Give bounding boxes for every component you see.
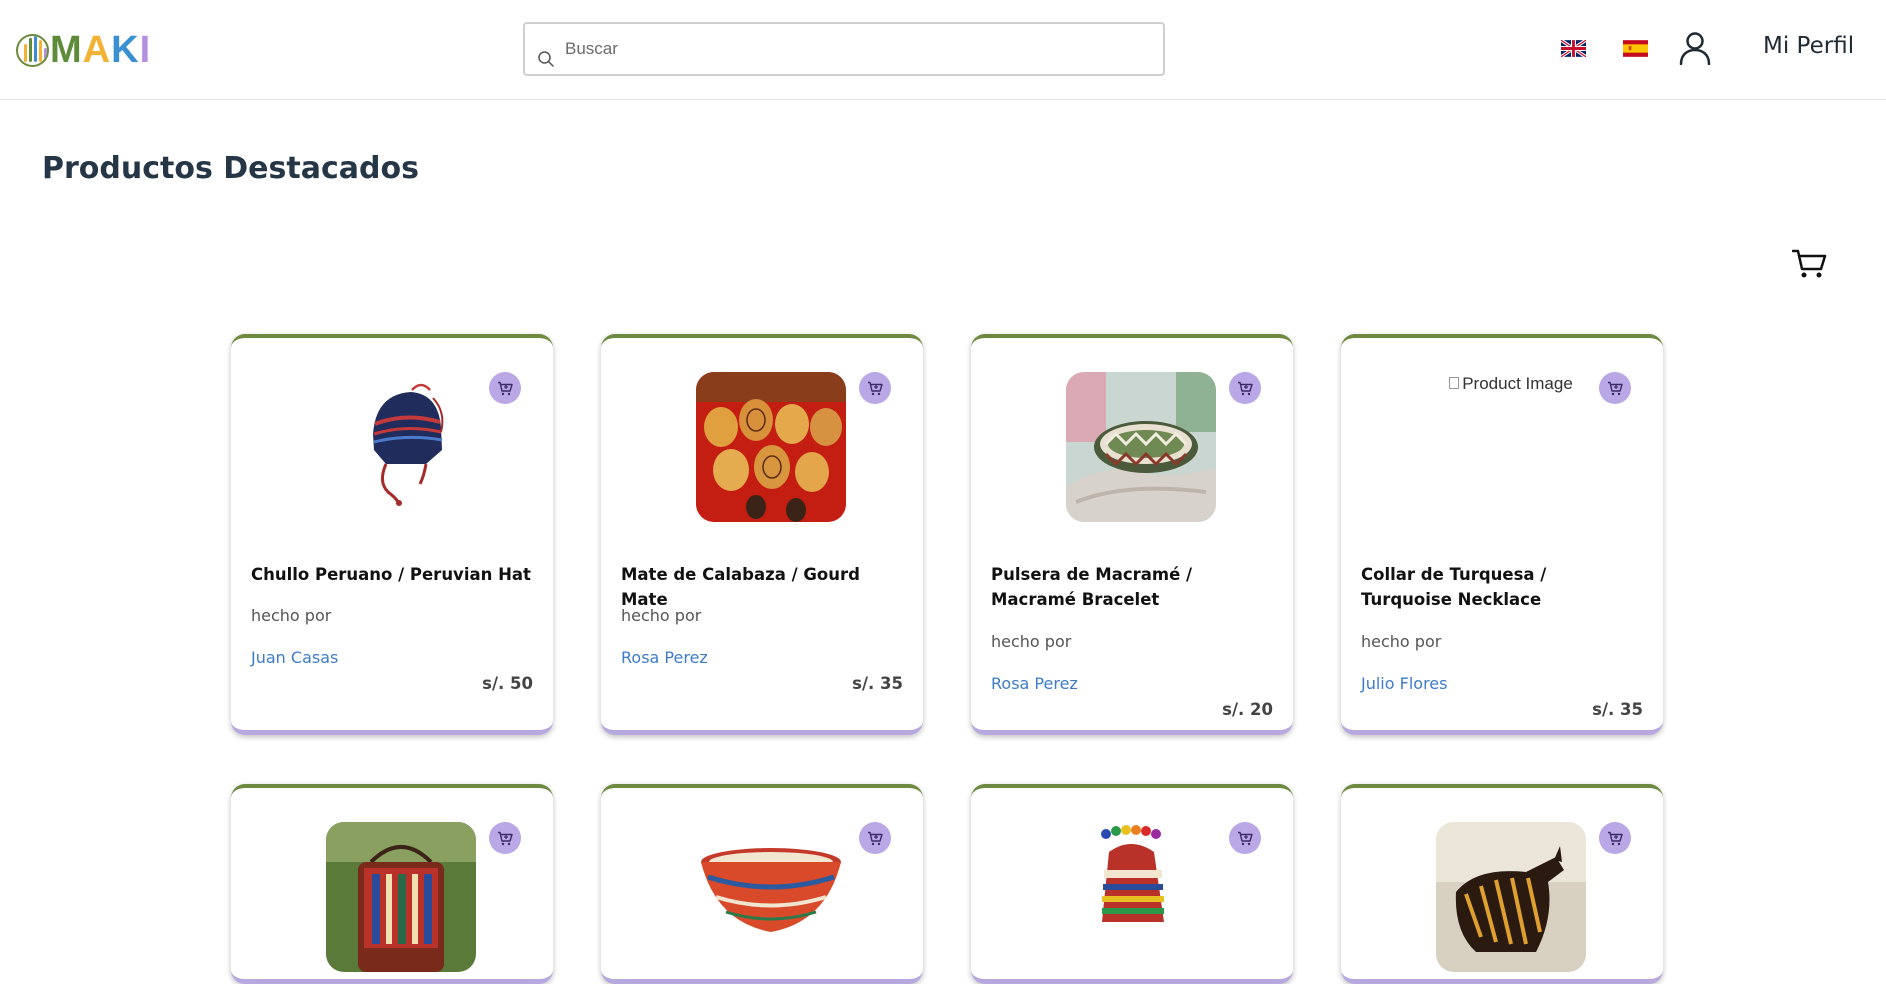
- image-alt-text: Product Image: [1462, 374, 1573, 393]
- made-by-label: hecho por: [991, 632, 1072, 651]
- product-price: s/. 35: [852, 674, 903, 693]
- user-icon[interactable]: [1678, 31, 1712, 69]
- product-card[interactable]: Pulsera de Macramé / Macramé Bracelet he…: [971, 334, 1293, 735]
- artisan-link[interactable]: Rosa Perez: [621, 648, 708, 667]
- cart-plus-icon: [1238, 831, 1253, 845]
- logo-letter-m: M: [50, 29, 83, 71]
- product-image-woven-bag[interactable]: [326, 822, 476, 972]
- product-card[interactable]: Mate de Calabaza / Gourd Mate hecho por …: [601, 334, 923, 735]
- artisan-link[interactable]: Juan Casas: [251, 648, 338, 667]
- cart-plus-icon: [1608, 381, 1623, 395]
- product-image-ceramic-bull[interactable]: [1436, 822, 1586, 972]
- product-image-broken[interactable]: Product Image: [1436, 372, 1586, 522]
- logo-letter-i: I: [139, 29, 152, 71]
- product-card[interactable]: Product Image Collar de Turquesa / Turqu…: [1341, 334, 1663, 735]
- product-price: s/. 50: [482, 674, 533, 693]
- shopping-cart-icon[interactable]: [1791, 248, 1828, 284]
- cart-plus-icon: [868, 831, 883, 845]
- product-card[interactable]: [1341, 784, 1663, 984]
- product-image-gourd-mates[interactable]: [696, 372, 846, 522]
- add-to-cart-button[interactable]: [1229, 822, 1261, 854]
- product-image-macrame-bracelet[interactable]: [1066, 372, 1216, 522]
- artisan-link[interactable]: Rosa Perez: [991, 674, 1078, 693]
- product-name[interactable]: Pulsera de Macramé / Macramé Bracelet: [991, 562, 1271, 612]
- logo-emblem-icon: [16, 33, 49, 67]
- made-by-label: hecho por: [621, 606, 702, 625]
- product-image-painted-bowl[interactable]: [696, 822, 846, 972]
- product-card[interactable]: Chullo Peruano / Peruvian Hat hecho por …: [231, 334, 553, 735]
- made-by-label: hecho por: [251, 606, 332, 625]
- product-card[interactable]: [601, 784, 923, 984]
- add-to-cart-button[interactable]: [859, 372, 891, 404]
- product-card[interactable]: [231, 784, 553, 984]
- product-price: s/. 35: [1592, 700, 1643, 719]
- product-card[interactable]: [971, 784, 1293, 984]
- search-input[interactable]: [565, 34, 1155, 64]
- add-to-cart-button[interactable]: [1599, 372, 1631, 404]
- add-to-cart-button[interactable]: [1599, 822, 1631, 854]
- product-price: s/. 20: [1222, 700, 1273, 719]
- cart-plus-icon: [1238, 381, 1253, 395]
- add-to-cart-button[interactable]: [859, 822, 891, 854]
- product-image-rainbow-chullo[interactable]: [1066, 822, 1216, 972]
- cart-plus-icon: [498, 381, 513, 395]
- search-icon: [538, 51, 554, 67]
- search-bar: [523, 22, 1165, 76]
- product-name[interactable]: Chullo Peruano / Peruvian Hat: [251, 562, 531, 587]
- maki-logo[interactable]: M A K I: [16, 30, 151, 70]
- uk-flag-icon[interactable]: [1561, 40, 1586, 57]
- cart-plus-icon: [868, 381, 883, 395]
- product-name[interactable]: Mate de Calabaza / Gourd Mate: [621, 562, 901, 612]
- artisan-link[interactable]: Julio Flores: [1361, 674, 1447, 693]
- add-to-cart-button[interactable]: [489, 822, 521, 854]
- add-to-cart-button[interactable]: [1229, 372, 1261, 404]
- made-by-label: hecho por: [1361, 632, 1442, 651]
- add-to-cart-button[interactable]: [489, 372, 521, 404]
- top-navbar: M A K I Mi Perfil: [0, 0, 1886, 100]
- logo-letter-a: A: [82, 29, 112, 71]
- cart-plus-icon: [1608, 831, 1623, 845]
- profile-link[interactable]: Mi Perfil: [1763, 33, 1854, 59]
- product-image-chullo[interactable]: [326, 372, 476, 522]
- spain-flag-icon[interactable]: [1623, 40, 1648, 57]
- cart-plus-icon: [498, 831, 513, 845]
- broken-image-icon: [1449, 377, 1460, 389]
- product-name[interactable]: Collar de Turquesa / Turquoise Necklace: [1361, 562, 1641, 612]
- logo-wordmark: M A K I: [50, 30, 151, 70]
- logo-letter-k: K: [111, 29, 140, 71]
- page-title: Productos Destacados: [42, 151, 419, 186]
